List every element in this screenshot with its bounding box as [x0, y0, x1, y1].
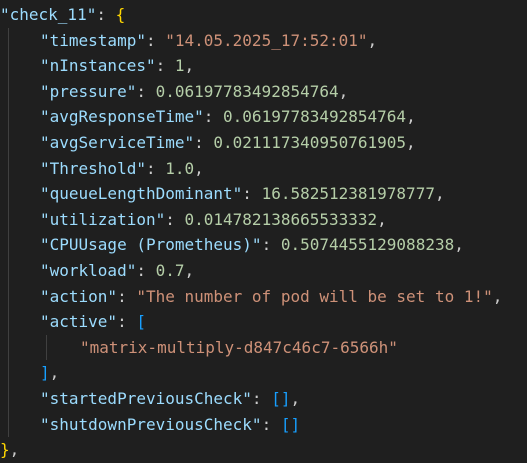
code-line-18: }, — [0, 440, 20, 460]
json-key: "CPUUsage (Prometheus)" — [40, 235, 262, 255]
indent-guide — [8, 53, 9, 79]
json-key: "avgServiceTime" — [40, 132, 195, 152]
json-number-value: 0.7 — [155, 260, 185, 280]
indent-guide — [8, 129, 9, 156]
code-line-12: "action": "The number of pod will be set… — [0, 283, 527, 310]
indent-guide — [8, 283, 9, 310]
json-number-value: 16.582512381978777 — [261, 184, 435, 204]
code-line-8: "queueLengthDominant": 16.58251238197877… — [0, 181, 527, 207]
code-line-15: ], — [0, 360, 527, 386]
close-brace: } — [0, 440, 10, 460]
indent-guide — [8, 27, 9, 54]
indent-guide — [8, 411, 9, 438]
json-number-value: 0.06197783492854764 — [155, 81, 339, 101]
indent-guide — [8, 257, 9, 284]
json-number-value: 0.06197783492854764 — [223, 107, 407, 127]
indent-guide — [8, 232, 9, 258]
json-number-value: 0.021117340950761905 — [213, 132, 407, 152]
json-string-value: "matrix-multiply-d847c46c7-6566h" — [80, 337, 398, 357]
code-line-14: "matrix-multiply-d847c46c7-6566h" — [0, 334, 527, 361]
code-line-2: "timestamp": "14.05.2025_17:52:01", — [0, 27, 527, 54]
code-line-13: "active": [ — [0, 309, 527, 335]
code-line-6: "avgServiceTime": 0.021117340950761905, — [0, 129, 527, 156]
json-key: "avgResponseTime" — [40, 107, 204, 127]
indent-guide — [8, 78, 9, 105]
json-string-value: "14.05.2025_17:52:01" — [165, 30, 368, 50]
json-key: "queueLengthDominant" — [40, 184, 243, 204]
code-line-4: "pressure": 0.06197783492854764, — [0, 78, 527, 105]
json-number-value: 1 — [174, 56, 185, 76]
json-key: "utilization" — [40, 209, 166, 229]
json-key: "workload" — [40, 260, 137, 280]
indent-guide — [8, 309, 9, 335]
indent-guide — [8, 360, 9, 386]
json-number-value: 0.5074455129088238 — [280, 235, 455, 255]
json-number-value: 0.014782138665533332 — [184, 209, 378, 229]
json-key: "check_11" — [0, 5, 97, 24]
close-bracket: ] — [40, 363, 50, 383]
json-key: "pressure" — [40, 81, 137, 101]
json-key: "Threshold" — [40, 158, 146, 178]
indent-guide — [8, 206, 9, 233]
code-line-9: "utilization": 0.014782138665533332, — [0, 206, 527, 233]
indent-guide — [8, 385, 9, 412]
json-key: "shutdownPreviousCheck" — [40, 414, 262, 434]
code-editor[interactable]: "check_11": { "timestamp": "14.05.2025_1… — [0, 0, 527, 459]
code-line-7: "Threshold": 1.0, — [0, 155, 527, 182]
indent-guide — [8, 104, 9, 130]
code-line-16: "startedPreviousCheck": [], — [0, 385, 527, 412]
json-key: "nInstances" — [40, 56, 156, 76]
json-number-value: 1.0 — [165, 158, 195, 178]
code-line-1: "check_11": { — [0, 5, 126, 24]
open-brace: { — [115, 5, 126, 24]
code-line-17: "shutdownPreviousCheck": [] — [0, 411, 527, 438]
json-string-value: "The number of pod will be set to 1!" — [136, 286, 493, 306]
json-key: "startedPreviousCheck" — [40, 388, 252, 408]
indent-guide — [46, 334, 47, 361]
indent-guide — [8, 181, 9, 207]
empty-array: [] — [280, 414, 301, 434]
code-line-10: "CPUUsage (Prometheus)": 0.5074455129088… — [0, 232, 527, 258]
code-line-5: "avgResponseTime": 0.06197783492854764, — [0, 104, 527, 130]
empty-array: [] — [271, 388, 291, 408]
json-key: "active" — [40, 312, 118, 332]
open-bracket: [ — [136, 312, 146, 332]
json-key: "timestamp" — [40, 30, 146, 50]
indent-guide — [8, 334, 9, 361]
json-key: "action" — [40, 286, 118, 306]
code-line-11: "workload": 0.7, — [0, 257, 527, 284]
code-line-3: "nInstances": 1, — [0, 53, 527, 79]
indent-guide — [8, 155, 9, 182]
